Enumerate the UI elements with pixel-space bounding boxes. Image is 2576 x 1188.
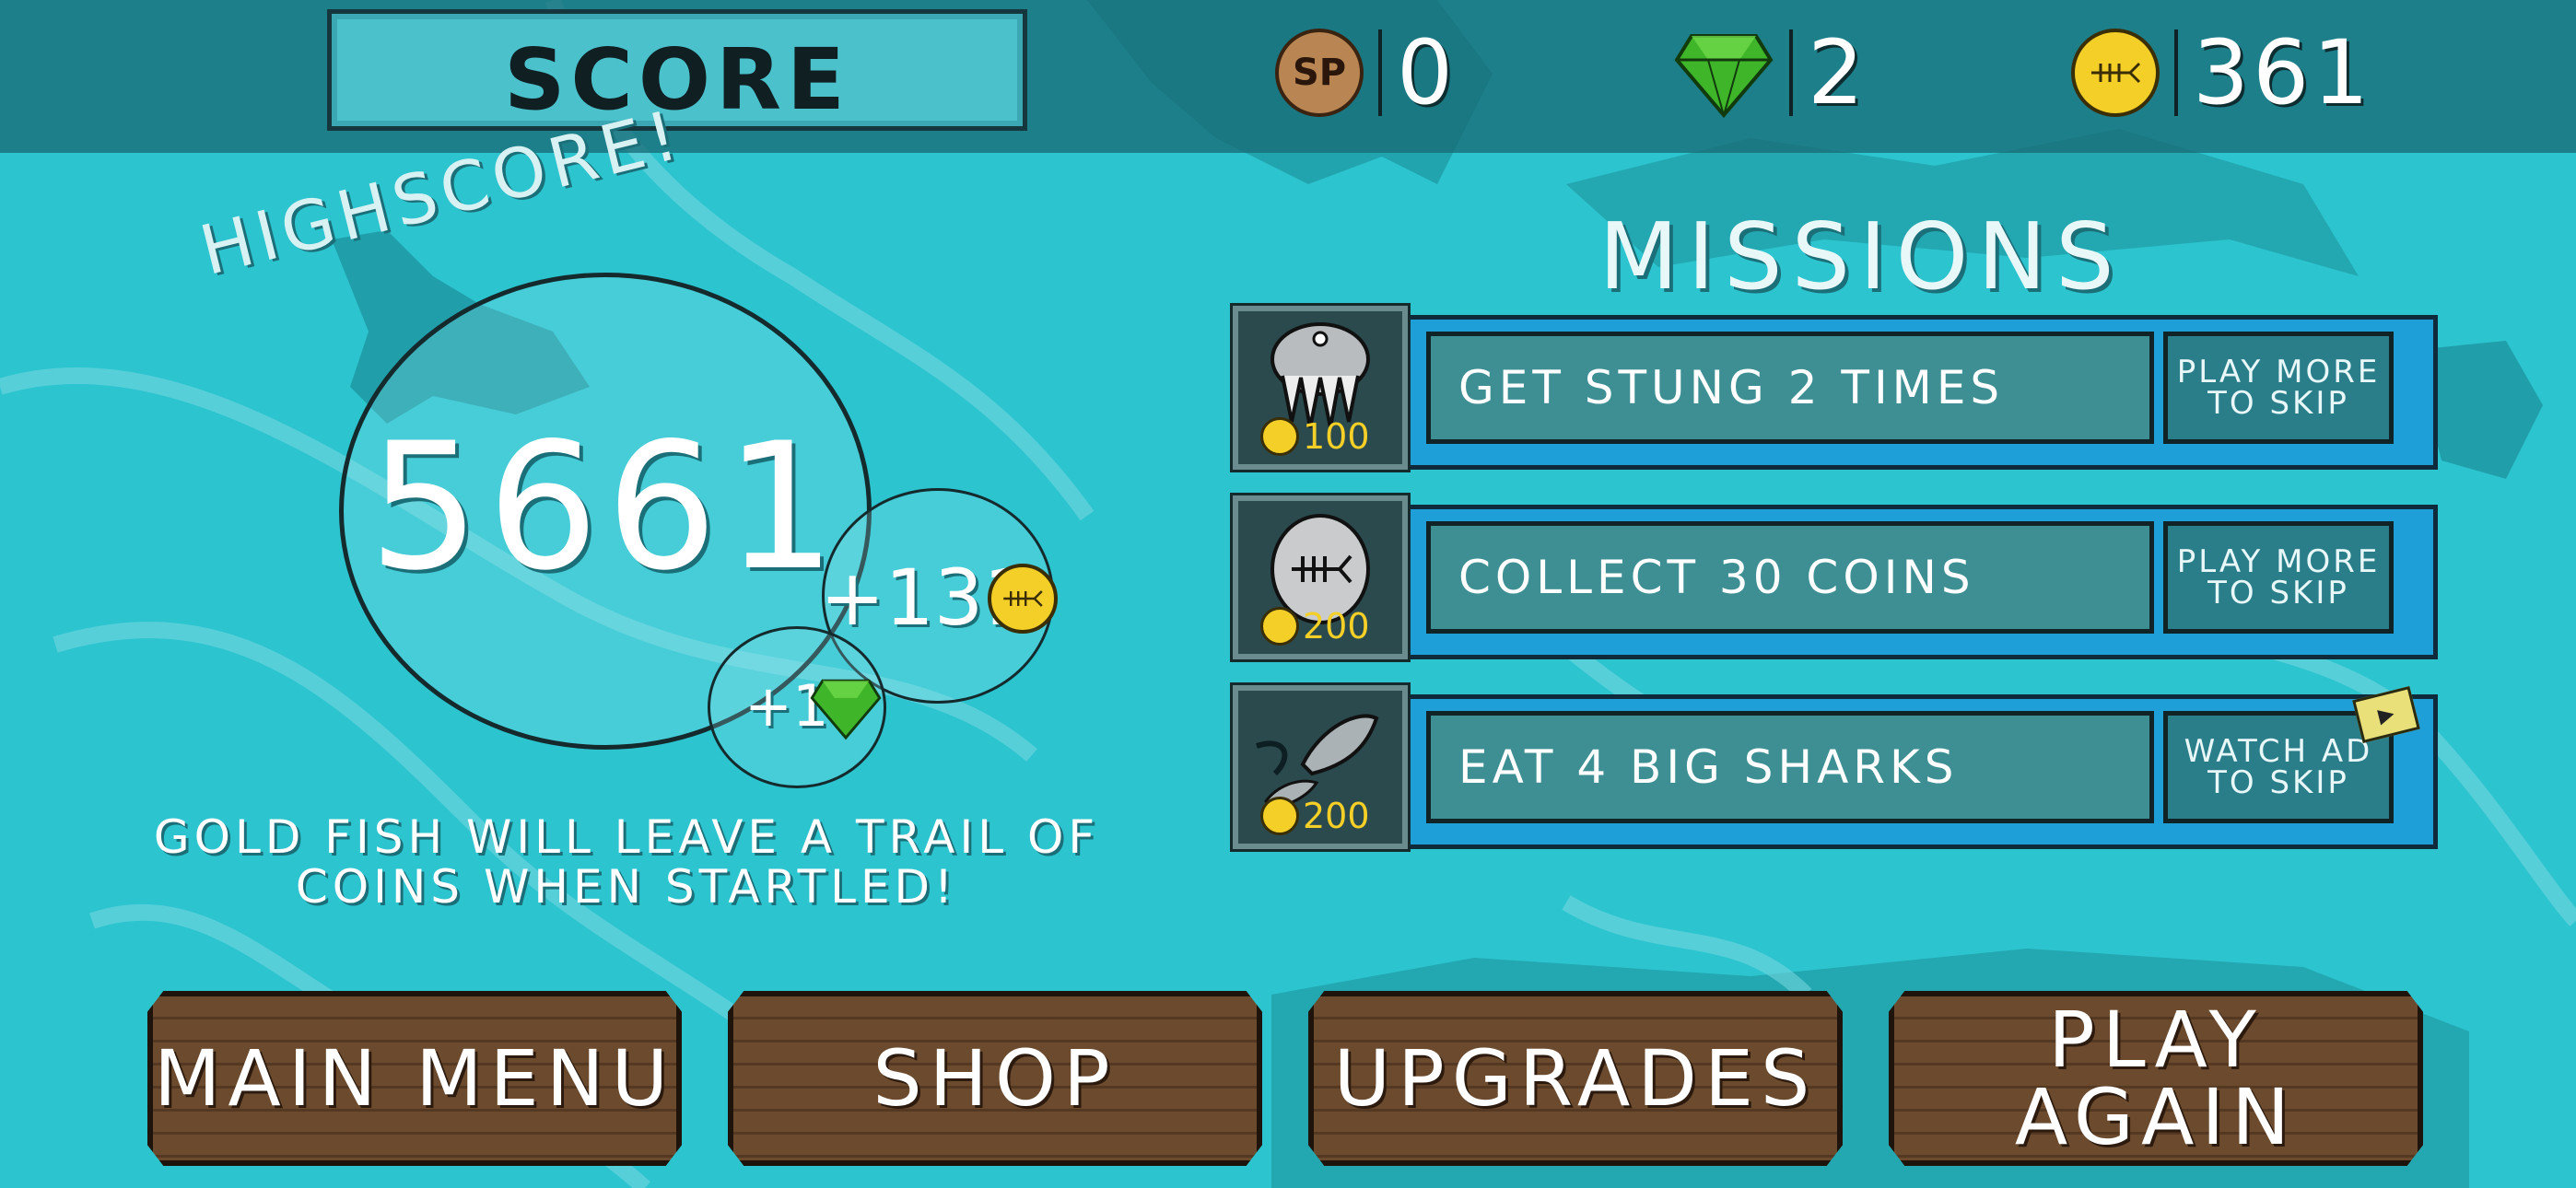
mission-row: 100 GET STUNG 2 TIMES PLAY MORE TO SKIP (1230, 303, 2438, 472)
coin-icon (1260, 607, 1299, 646)
play-again-button[interactable]: PLAY AGAIN (1889, 991, 2423, 1166)
mission-icon-frame: 200 (1230, 493, 1411, 662)
skip-button[interactable]: PLAY MORE TO SKIP (2163, 332, 2394, 444)
score-value: 5661 (369, 405, 844, 609)
fish-coin-icon (988, 564, 1058, 634)
main-menu-button[interactable]: MAIN MENU (147, 991, 682, 1166)
coin-counter: 361 (2071, 21, 2373, 124)
coin-value: 361 (2193, 21, 2373, 124)
shop-label: SHOP (872, 1033, 1118, 1124)
sp-token-icon: SP (1275, 29, 1364, 117)
mission-text: EAT 4 BIG SHARKS (1426, 711, 2154, 823)
mission-reward: 200 (1260, 606, 1370, 646)
mission-row: 200 EAT 4 BIG SHARKS WATCH AD TO SKIP ▶ (1230, 682, 2438, 852)
mission-reward: 200 (1260, 796, 1370, 836)
mission-text: COLLECT 30 COINS (1426, 521, 2154, 634)
shop-button[interactable]: SHOP (728, 991, 1262, 1166)
play-again-label: PLAY AGAIN (2014, 995, 2298, 1162)
gem-value: 2 (1808, 21, 1868, 124)
page-title: SCORE (504, 30, 850, 129)
mission-text: GET STUNG 2 TIMES (1426, 332, 2154, 444)
fish-coin-icon (2071, 29, 2160, 117)
tip-text: GOLD FISH WILL LEAVE A TRAIL OF COINS WH… (153, 810, 1100, 914)
mission-icon-frame: 200 (1230, 682, 1411, 852)
missions-title: MISSIONS (1598, 203, 2124, 310)
divider (1378, 29, 1382, 116)
coin-icon (1260, 797, 1299, 835)
divider (1789, 29, 1793, 116)
green-gem-icon (1674, 34, 1774, 119)
upgrades-button[interactable]: UPGRADES (1308, 991, 1843, 1166)
sp-value: 0 (1397, 21, 1458, 124)
coin-icon (1260, 417, 1299, 456)
mission-reward: 100 (1260, 416, 1370, 457)
mission-row: 200 COLLECT 30 COINS PLAY MORE TO SKIP (1230, 493, 2438, 662)
divider (2174, 29, 2178, 116)
mission-icon-frame: 100 (1230, 303, 1411, 472)
upgrades-label: UPGRADES (1333, 1033, 1818, 1124)
green-gem-icon (810, 679, 882, 740)
sp-counter: SP 0 (1275, 21, 1458, 124)
skip-button[interactable]: PLAY MORE TO SKIP (2163, 521, 2394, 634)
main-menu-label: MAIN MENU (153, 1033, 676, 1124)
score-title-banner: SCORE (327, 9, 1027, 131)
gem-counter: 2 (1673, 21, 1868, 124)
